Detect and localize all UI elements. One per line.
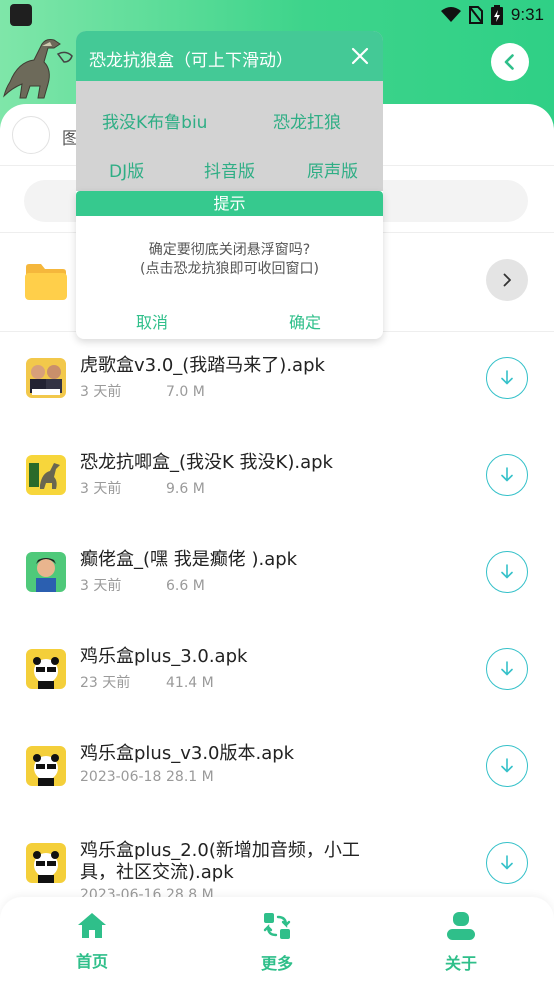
folder-icon	[25, 264, 67, 300]
panda-thumbnail-icon	[26, 649, 66, 689]
floating-window-header[interactable]: 恐龙抗狼盒（可上下滑动）	[76, 31, 383, 81]
file-meta: 23 天前 41.4 M	[80, 672, 214, 692]
list-item[interactable]: 鸡乐盒plus_v3.0版本.apk 2023-06-18 28.1 M	[0, 718, 554, 815]
back-arrow-icon	[504, 54, 514, 70]
nav-more-label: 更多	[260, 954, 293, 973]
file-thumbnail	[26, 843, 66, 883]
file-thumbnail	[26, 358, 66, 398]
back-button[interactable]	[491, 43, 529, 81]
nav-more[interactable]: 更多	[237, 911, 317, 973]
download-icon	[501, 855, 513, 870]
download-button[interactable]	[486, 454, 528, 496]
file-time: 2023-06-18	[80, 769, 162, 785]
nav-about-label: 关于	[444, 954, 477, 973]
no-sim-icon	[468, 6, 483, 24]
dialog-title: 提示	[76, 191, 383, 216]
file-time: 3 天前	[80, 578, 122, 594]
list-item[interactable]: 鸡乐盒plus_3.0.apk 23 天前 41.4 M	[0, 621, 554, 718]
file-thumbnail	[26, 552, 66, 592]
wifi-icon	[440, 7, 461, 22]
file-meta: 2023-06-18 28.1 M	[80, 769, 214, 785]
file-thumbnail	[26, 746, 66, 786]
download-button[interactable]	[486, 648, 528, 690]
cancel-button[interactable]: 取消	[136, 309, 168, 333]
confirm-button[interactable]: 确定	[289, 309, 321, 333]
dialog-message: 确定要彻底关闭悬浮窗吗? (点击恐龙抗狼即可收回窗口)	[76, 241, 383, 279]
confirm-dialog: 提示 确定要彻底关闭悬浮窗吗? (点击恐龙抗狼即可收回窗口) 取消 确定	[76, 191, 383, 339]
file-thumbnail	[26, 455, 66, 495]
file-size: 9.6 M	[166, 481, 205, 497]
chevron-right-icon	[503, 273, 511, 287]
file-thumbnail	[26, 649, 66, 689]
file-meta: 3 天前 9.6 M	[80, 478, 205, 498]
file-name: 鸡乐盒plus_3.0.apk	[80, 646, 248, 667]
file-time: 23 天前	[80, 675, 131, 691]
download-button[interactable]	[486, 357, 528, 399]
file-size: 41.4 M	[166, 675, 214, 691]
status-time: 9:31	[510, 5, 544, 24]
file-name: 癫佬盒_(嘿 我是癫佬 ).apk	[80, 549, 298, 570]
status-bar: 9:31	[0, 0, 554, 30]
download-icon	[501, 661, 513, 676]
option-konglongkanglang[interactable]: 恐龙扛狼	[273, 108, 341, 133]
app-logo-icon	[3, 39, 73, 99]
battery-icon	[490, 5, 503, 25]
file-name: 虎歌盒v3.0_(我踏马来了).apk	[80, 355, 325, 376]
status-icons: 9:31	[440, 3, 544, 27]
avatar	[12, 116, 50, 154]
file-meta: 3 天前 7.0 M	[80, 381, 205, 401]
list-item[interactable]: 鸡乐盒plus_2.0(新增加音频，小工具，社区交流).apk 2023-06-…	[0, 815, 554, 900]
dialog-message-line2: (点击恐龙抗狼即可收回窗口)	[140, 261, 319, 277]
download-button[interactable]	[486, 842, 528, 884]
panda-thumbnail-icon	[26, 746, 66, 786]
file-time: 3 天前	[80, 481, 122, 497]
list-item[interactable]: 癫佬盒_(嘿 我是癫佬 ).apk 3 天前 6.6 M	[0, 524, 554, 621]
list-item[interactable]: 虎歌盒v3.0_(我踏马来了).apk 3 天前 7.0 M	[0, 330, 554, 427]
file-size: 6.6 M	[166, 578, 205, 594]
file-name: 鸡乐盒plus_2.0(新增加音频，小工具，社区交流).apk	[80, 840, 360, 883]
file-size: 7.0 M	[166, 384, 205, 400]
panda-thumbnail-icon	[26, 843, 66, 883]
option-dj[interactable]: DJ版	[109, 157, 144, 182]
status-app-icon	[10, 4, 32, 26]
download-icon	[501, 758, 513, 773]
home-icon	[76, 911, 108, 939]
download-icon	[501, 370, 513, 385]
nav-home-label: 首页	[75, 952, 108, 971]
user-icon	[445, 911, 477, 941]
floating-window-title: 恐龙抗狼盒（可上下滑动）	[89, 51, 293, 71]
close-icon[interactable]	[351, 47, 369, 65]
dialog-message-line1: 确定要彻底关闭悬浮窗吗?	[148, 242, 311, 258]
folder-open-button[interactable]	[486, 259, 528, 301]
file-list: 虎歌盒v3.0_(我踏马来了).apk 3 天前 7.0 M 恐龙抗唧盒_(我没K…	[0, 330, 554, 900]
file-name: 恐龙抗唧盒_(我没K 我没K).apk	[80, 452, 333, 473]
nav-about[interactable]: 关于	[421, 911, 501, 973]
option-douyin[interactable]: 抖音版	[204, 157, 255, 182]
bottom-nav: 首页 更多 关于	[0, 897, 554, 984]
nav-home[interactable]: 首页	[52, 911, 132, 971]
download-button[interactable]	[486, 745, 528, 787]
dinosaur-thumbnail-icon	[26, 455, 66, 495]
option-yuansheng[interactable]: 原声版	[307, 157, 358, 182]
download-icon	[501, 467, 513, 482]
list-item[interactable]: 恐龙抗唧盒_(我没K 我没K).apk 3 天前 9.6 M	[0, 427, 554, 524]
file-time: 3 天前	[80, 384, 122, 400]
file-name: 鸡乐盒plus_v3.0版本.apk	[80, 743, 295, 764]
swap-icon	[261, 911, 293, 941]
download-button[interactable]	[486, 551, 528, 593]
download-icon	[501, 564, 513, 579]
floating-window: 恐龙抗狼盒（可上下滑动） 我没K布鲁biu 恐龙扛狼 DJ版 抖音版 原声版	[76, 31, 383, 191]
man-thumbnail-icon	[26, 552, 66, 592]
file-size: 28.1 M	[166, 769, 214, 785]
file-meta: 3 天前 6.6 M	[80, 575, 205, 595]
option-meiyouk[interactable]: 我没K布鲁biu	[102, 108, 207, 133]
people-thumbnail-icon	[26, 358, 66, 398]
